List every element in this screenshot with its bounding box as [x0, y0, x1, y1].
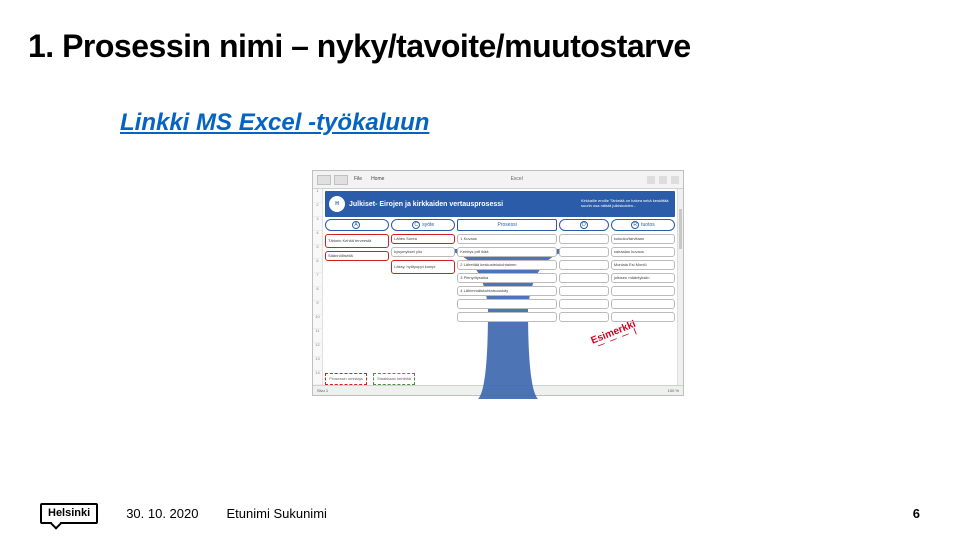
cell: julkisen määrityksiin — [611, 273, 675, 283]
cell — [611, 299, 675, 309]
col-process: Prosessi 1 Kuvaus Kehitys pdf ikää 2 Läh… — [457, 219, 557, 369]
max-icon — [659, 176, 667, 184]
col-header: D — [559, 219, 609, 231]
cell: 4 Lähimmäiskohtaisuuskäy — [457, 286, 557, 296]
col-header: C syöte — [391, 219, 455, 231]
vertical-scrollbar — [677, 189, 683, 385]
cell: Lähes Sorea — [391, 234, 455, 244]
cell — [611, 286, 675, 296]
window-title: Excel — [390, 177, 643, 182]
cell: 2 Lähettää keskustelukohtainen — [457, 260, 557, 270]
cell: Läksy, hyötyoppi kumpi — [391, 260, 455, 274]
helsinki-logo-icon: H — [329, 196, 345, 212]
cell: kysymykset yös — [391, 247, 455, 257]
banner-sidetext: Kirkkaille eroille Tärkeää on hakea sekä… — [581, 199, 671, 209]
footer-cell: Prosessin omistaja — [325, 373, 367, 385]
excel-ribbon: File Home Excel — [313, 171, 683, 189]
slide-footer: Helsinki 30. 10. 2020 Etunimi Sukunimi 6 — [0, 503, 960, 524]
col-c: C syöte Lähes Sorea kysymykset yös Läksy… — [391, 219, 455, 369]
cell: sairaalan kuvaus — [611, 247, 675, 257]
cell — [559, 299, 609, 309]
close-icon — [671, 176, 679, 184]
excel-statusbar: Sivu 1 100 % — [313, 385, 683, 395]
page-title: 1. Prosessin nimi – nyky/tavoite/muutost… — [28, 28, 932, 65]
cell — [559, 312, 609, 322]
statusbar-left: Sivu 1 — [317, 389, 328, 393]
helsinki-logo: Helsinki — [40, 503, 98, 524]
columns: A Tärkein Kehitä terveestä Säännöllisell… — [325, 219, 675, 369]
cell — [457, 299, 557, 309]
col-a: A Tärkein Kehitä terveestä Säännöllisell… — [325, 219, 389, 369]
ribbon-button — [317, 175, 331, 185]
col-d: D — [559, 219, 609, 369]
ribbon-tab: Home — [368, 177, 387, 182]
footer-date: 30. 10. 2020 — [126, 506, 198, 521]
col-header: Prosessi — [457, 219, 557, 231]
cell: Säännöllisellä — [325, 251, 389, 261]
cell: Moniala Esi Moniö — [611, 260, 675, 270]
footer-author: Etunimi Sukunimi — [226, 506, 326, 521]
cell: 3 Pienyritysaika — [457, 273, 557, 283]
cell — [559, 286, 609, 296]
cell: Kehitys pdf ikää — [457, 247, 557, 257]
sheet-area: 1234567891011121314 H Julkiset- Eirojen … — [313, 189, 683, 385]
page-number: 6 — [913, 506, 920, 521]
min-icon — [647, 176, 655, 184]
statusbar-zoom: 100 % — [668, 389, 679, 393]
cell — [559, 260, 609, 270]
cell — [559, 247, 609, 257]
cell — [611, 312, 675, 322]
cell: 1 Kuvaus — [457, 234, 557, 244]
cell — [457, 312, 557, 322]
sheet-banner: H Julkiset- Eirojen ja kirkkaiden vertau… — [325, 191, 675, 217]
cell — [559, 273, 609, 283]
cell: kuluuko/tarvitaan — [611, 234, 675, 244]
cell — [559, 234, 609, 244]
col-header: A — [325, 219, 389, 231]
ribbon-tab: File — [351, 177, 365, 182]
sheet-footer-row: Prosessin omistaja Staakkaan kehittää — [325, 373, 675, 385]
col-r: R tuotos kuluuko/tarvitaan sairaalan kuv… — [611, 219, 675, 369]
excel-screenshot: File Home Excel 1234567891011121314 H Ju… — [312, 170, 684, 396]
ribbon-button — [334, 175, 348, 185]
footer-cell: Staakkaan kehittää — [373, 373, 415, 385]
slide: 1. Prosessin nimi – nyky/tavoite/muutost… — [0, 0, 960, 540]
cell: Tärkein Kehitä terveestä — [325, 234, 389, 248]
banner-title: Julkiset- Eirojen ja kirkkaiden vertausp… — [349, 201, 503, 208]
row-headers: 1234567891011121314 — [313, 189, 323, 385]
sheet: H Julkiset- Eirojen ja kirkkaiden vertau… — [323, 189, 677, 385]
col-header: R tuotos — [611, 219, 675, 231]
excel-tool-link[interactable]: Linkki MS Excel -työkaluun — [120, 109, 429, 137]
